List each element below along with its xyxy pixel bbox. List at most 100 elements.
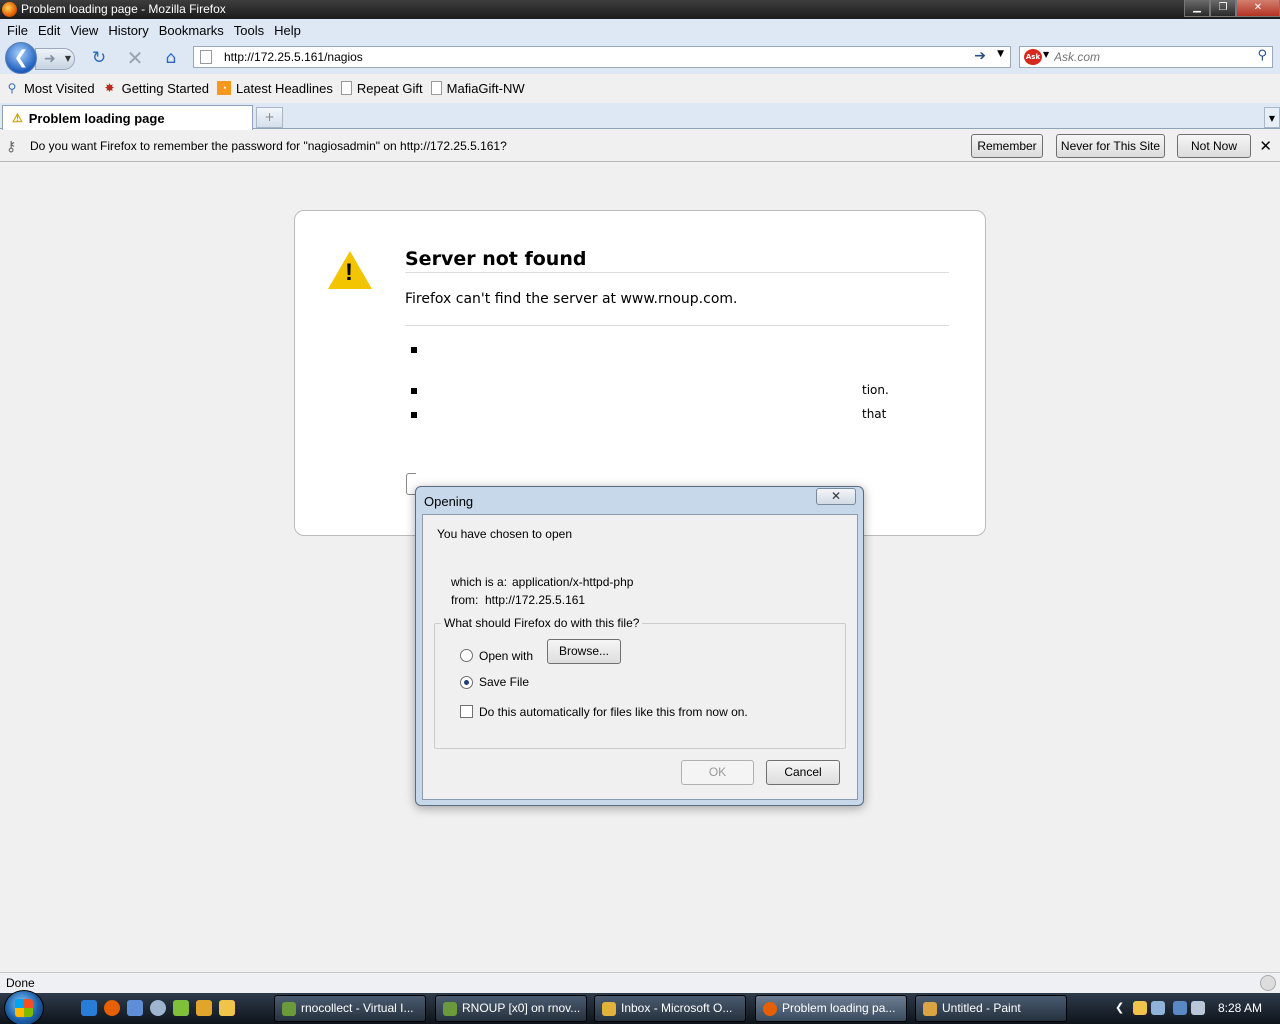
open-with-radio[interactable] bbox=[460, 649, 473, 662]
bookmark-mafiagift-nw[interactable]: MafiaGift-NW bbox=[430, 81, 525, 96]
url-bar[interactable]: ➔ ▼ bbox=[193, 46, 1011, 68]
page-content: ! Server not found Firefox can't find th… bbox=[0, 163, 1280, 972]
menu-bookmarks[interactable]: Bookmarks bbox=[154, 23, 229, 38]
opening-dialog: Opening ✕ You have chosen to open which … bbox=[415, 486, 864, 806]
taskbar-item-firefox[interactable]: Problem loading pa... bbox=[755, 995, 907, 1022]
ask-engine-icon[interactable]: Ask bbox=[1024, 49, 1042, 65]
bookmark-latest-headlines[interactable]: ◔ Latest Headlines bbox=[217, 81, 333, 96]
auto-action-label[interactable]: Do this automatically for files like thi… bbox=[479, 705, 748, 719]
tab-problem-loading-page[interactable]: ⚠ Problem loading page bbox=[2, 105, 253, 130]
resize-grip-icon[interactable] bbox=[1260, 975, 1276, 991]
dialog-intro: You have chosen to open bbox=[437, 527, 573, 541]
never-for-this-site-button[interactable]: Never for This Site bbox=[1056, 134, 1165, 158]
taskbar-item-paint[interactable]: Untitled - Paint bbox=[915, 995, 1067, 1022]
dialog-close-button[interactable]: ✕ bbox=[816, 488, 856, 505]
not-now-button[interactable]: Not Now bbox=[1177, 134, 1251, 158]
outlook-icon bbox=[602, 1002, 616, 1016]
open-with-label[interactable]: Open with bbox=[479, 649, 533, 663]
firefox-icon bbox=[2, 2, 17, 17]
menu-view[interactable]: View bbox=[65, 23, 103, 38]
taskbar-item-rnoup[interactable]: RNOUP [x0] on rnov... bbox=[435, 995, 587, 1022]
save-file-radio[interactable] bbox=[460, 676, 473, 689]
app-icon[interactable] bbox=[173, 1000, 189, 1016]
key-icon: ⚷ bbox=[6, 138, 17, 154]
home-icon[interactable]: ⌂ bbox=[160, 47, 182, 69]
network-icon[interactable] bbox=[1173, 1001, 1187, 1015]
ie-icon[interactable] bbox=[81, 1000, 97, 1016]
firefox-icon: ✸ bbox=[104, 81, 115, 95]
menu-history[interactable]: History bbox=[103, 23, 153, 38]
back-button[interactable]: ❮ bbox=[5, 42, 37, 74]
clock[interactable]: 8:28 AM bbox=[1218, 1001, 1262, 1015]
error-title: Server not found bbox=[405, 248, 949, 273]
close-icon[interactable]: ✕ bbox=[1259, 137, 1272, 155]
page-icon bbox=[430, 81, 442, 95]
menubar: File Edit View History Bookmarks Tools H… bbox=[0, 19, 1280, 41]
maximize-button[interactable]: ❐ bbox=[1210, 0, 1236, 17]
outlook-tray-icon[interactable] bbox=[1133, 1001, 1147, 1015]
error-suggestion-fragment: that bbox=[862, 407, 887, 421]
bookmark-most-visited[interactable]: ⚲ Most Visited bbox=[5, 81, 95, 96]
divider bbox=[405, 325, 949, 326]
file-type-label: which is a: bbox=[451, 575, 508, 589]
tray-expand-icon[interactable]: ❮ bbox=[1115, 1001, 1129, 1015]
browse-button[interactable]: Browse... bbox=[547, 639, 621, 664]
bookmark-folder-icon: ⚲ bbox=[7, 81, 17, 95]
vm-icon bbox=[443, 1002, 457, 1016]
file-source-value: http://172.25.5.161 bbox=[485, 593, 586, 607]
save-file-label[interactable]: Save File bbox=[479, 675, 529, 689]
go-arrow-icon[interactable]: ➔ bbox=[974, 48, 986, 64]
start-button[interactable] bbox=[4, 990, 44, 1024]
engine-dropdown-icon[interactable]: ▼ bbox=[1043, 50, 1049, 59]
tray-app-icon[interactable] bbox=[1151, 1001, 1165, 1015]
media-icon[interactable] bbox=[150, 1000, 166, 1016]
remember-button[interactable]: Remember bbox=[971, 134, 1043, 158]
windows-logo-icon bbox=[15, 999, 33, 1017]
warning-icon: ⚠ bbox=[12, 111, 23, 125]
rss-icon: ◔ bbox=[217, 81, 232, 95]
menu-file[interactable]: File bbox=[2, 23, 33, 38]
tab-list-dropdown-icon[interactable]: ▼ bbox=[1264, 107, 1280, 128]
taskbar-item-inbox[interactable]: Inbox - Microsoft O... bbox=[594, 995, 746, 1022]
cancel-button[interactable]: Cancel bbox=[766, 760, 840, 785]
file-type-value: application/x-httpd-php bbox=[512, 575, 634, 589]
ok-button[interactable]: OK bbox=[681, 760, 754, 785]
page-icon bbox=[200, 50, 212, 64]
auto-action-checkbox[interactable] bbox=[460, 705, 473, 718]
close-window-button[interactable]: ✕ bbox=[1236, 0, 1280, 17]
outlook-quicklaunch-icon[interactable] bbox=[219, 1000, 235, 1016]
firefox-quicklaunch-icon[interactable] bbox=[104, 1000, 120, 1016]
stop-icon[interactable]: ✕ bbox=[124, 47, 146, 69]
forward-button[interactable]: ➜ ▼ bbox=[35, 48, 75, 70]
search-icon[interactable]: ⚲ bbox=[1257, 48, 1267, 63]
player-icon[interactable] bbox=[196, 1000, 212, 1016]
window-controls: ▁ ❐ ✕ bbox=[1184, 0, 1280, 17]
vm-icon bbox=[282, 1002, 296, 1016]
url-input[interactable] bbox=[224, 49, 924, 65]
menu-tools[interactable]: Tools bbox=[229, 23, 269, 38]
reload-icon[interactable]: ↻ bbox=[88, 47, 110, 69]
bookmark-getting-started[interactable]: ✸ Getting Started bbox=[103, 81, 209, 96]
dialog-body: You have chosen to open which is a: appl… bbox=[422, 514, 858, 800]
url-dropdown-icon[interactable]: ▼ bbox=[997, 49, 1004, 59]
minimize-button[interactable]: ▁ bbox=[1184, 0, 1210, 17]
paint-icon bbox=[923, 1002, 937, 1016]
volume-icon[interactable] bbox=[1191, 1001, 1205, 1015]
search-input[interactable] bbox=[1054, 49, 1250, 65]
window-titlebar[interactable]: Problem loading page - Mozilla Firefox ▁… bbox=[0, 0, 1280, 19]
history-dropdown-icon[interactable]: ▼ bbox=[65, 49, 71, 69]
show-desktop-icon[interactable] bbox=[127, 1000, 143, 1016]
bookmark-repeat-gift[interactable]: Repeat Gift bbox=[340, 81, 423, 96]
tab-strip: ⚠ Problem loading page + ▼ bbox=[0, 103, 1280, 130]
new-tab-button[interactable]: + bbox=[256, 107, 283, 128]
taskbar-item-rnocollect[interactable]: rnocollect - Virtual I... bbox=[274, 995, 426, 1022]
password-notification-bar: ⚷ Do you want Firefox to remember the pa… bbox=[0, 130, 1280, 162]
bullet bbox=[411, 388, 417, 394]
warning-icon: ! bbox=[328, 251, 372, 289]
menu-edit[interactable]: Edit bbox=[33, 23, 65, 38]
search-bar[interactable]: Ask ▼ ⚲ bbox=[1019, 46, 1273, 68]
page-icon bbox=[340, 81, 352, 95]
menu-help[interactable]: Help bbox=[269, 23, 306, 38]
error-suggestion-fragment: tion. bbox=[862, 383, 889, 397]
window-title: Problem loading page - Mozilla Firefox bbox=[21, 2, 226, 16]
